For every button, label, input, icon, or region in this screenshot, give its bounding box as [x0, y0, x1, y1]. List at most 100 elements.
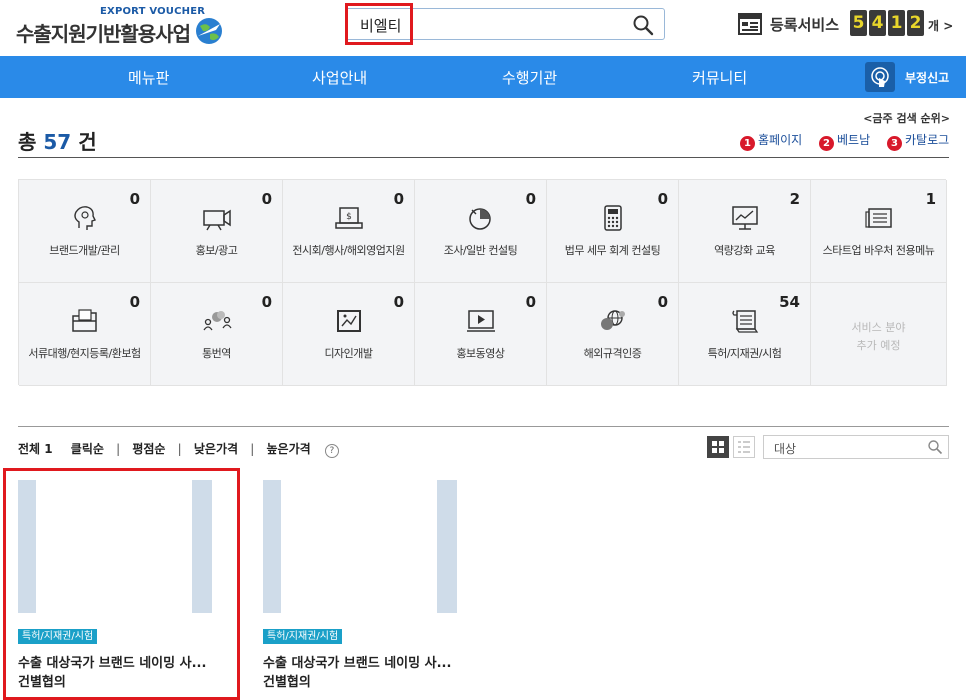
category-label: 전시회/행사/해외영업지원 — [292, 244, 405, 257]
category-label: 홍보/광고 — [195, 244, 238, 257]
category-count: 0 — [525, 190, 536, 208]
service-list-icon — [738, 13, 762, 35]
category-promo[interactable]: 0 홍보/광고 — [151, 180, 283, 283]
sort-separator: | — [250, 442, 255, 456]
filter-search-input[interactable]: 대상 — [763, 435, 949, 459]
search-highlight-box — [345, 3, 413, 45]
category-research[interactable]: 0 조사/일반 컨설팅 — [415, 180, 547, 283]
ranking-item[interactable]: 2 베트남 — [819, 131, 870, 151]
sort-all[interactable]: 전체 1 — [18, 440, 53, 457]
count-digit: 4 — [869, 10, 886, 36]
logo-subtitle: EXPORT VOUCHER — [100, 6, 206, 17]
card-thumbnail[interactable] — [263, 480, 457, 613]
top-header: EXPORT VOUCHER 수출지원기반활용사업 비엘티 등록서비스 5 4 — [0, 0, 966, 56]
nav-item-menu[interactable]: 메뉴판 — [128, 67, 169, 88]
category-count: 0 — [393, 190, 404, 208]
result-total: 총 57 건 — [18, 126, 97, 155]
card-title[interactable]: 수출 대상국가 브랜드 네이밍 사... — [263, 652, 463, 671]
category-label: 서류대행/현지등록/환보험 — [28, 347, 141, 360]
category-count: 0 — [657, 293, 668, 311]
booth-icon: $ — [334, 207, 363, 229]
category-count: 0 — [393, 293, 404, 311]
document-icon — [864, 208, 892, 228]
patent-scroll-icon — [731, 310, 758, 333]
coming-soon-text: 서비스 분야 추가 예정 — [851, 321, 906, 352]
monitor-chart-icon — [731, 206, 758, 230]
category-brand[interactable]: 0 브랜드개발/관리 — [19, 180, 151, 283]
card-price: 건별협의 — [263, 675, 311, 690]
nav-item-community[interactable]: 커뮤니티 — [692, 67, 747, 88]
people-chat-icon — [202, 311, 232, 331]
sort-separator: | — [116, 442, 121, 456]
service-card[interactable]: 특허/지재권/시험 수출 대상국가 브랜드 네이밍 사... 건별협의 — [263, 480, 457, 690]
play-video-icon — [466, 310, 495, 332]
category-legal[interactable]: 0 법무 세무 회계 컨설팅 — [547, 180, 679, 283]
category-exhibition[interactable]: 0 $ 전시회/행사/해외영업지원 — [283, 180, 415, 283]
category-count: 0 — [525, 293, 536, 311]
card-highlight-box — [3, 468, 240, 700]
video-camera-icon — [202, 209, 231, 231]
rank-badge: 3 — [887, 136, 902, 151]
registered-unit: 개 > — [928, 19, 954, 33]
category-startup[interactable]: 1 스타트업 바우처 전용메뉴 — [811, 180, 947, 283]
sort-click[interactable]: 클릭순 — [71, 440, 104, 457]
report-label[interactable]: 부정신고 — [905, 69, 949, 86]
grid-view-icon — [712, 441, 724, 453]
hand-touch-icon — [871, 67, 889, 87]
category-label: 역량강화 교육 — [714, 244, 775, 257]
category-label: 스타트업 바우처 전용메뉴 — [822, 244, 935, 257]
category-label: 해외규격인증 — [583, 347, 642, 360]
nav-item-business[interactable]: 사업안내 — [312, 67, 367, 88]
globe-cert-icon — [600, 310, 625, 330]
divider — [18, 157, 949, 158]
pie-chart-icon — [468, 208, 491, 230]
category-count: 2 — [789, 190, 800, 208]
grid-view-button[interactable] — [707, 436, 729, 458]
thumbnail-page — [281, 480, 437, 613]
main-nav: 메뉴판 사업안내 수행기관 커뮤니티 부정신고 — [0, 56, 966, 98]
category-certification[interactable]: 0 해외규격인증 — [547, 283, 679, 386]
category-count: 0 — [657, 190, 668, 208]
report-button[interactable] — [865, 62, 895, 92]
logo-title: 수출지원기반활용사업 — [16, 22, 191, 46]
filter-search-value: 대상 — [774, 442, 797, 456]
category-count: 0 — [129, 190, 140, 208]
category-label: 특허/지재권/시험 — [707, 347, 782, 360]
divider — [18, 426, 949, 427]
total-count: 57 — [43, 130, 72, 154]
folder-icon — [71, 309, 97, 332]
ranking-item[interactable]: 3 카탈로그 — [887, 131, 949, 151]
search-icon[interactable] — [927, 439, 943, 455]
category-translation[interactable]: 0 통번역 — [151, 283, 283, 386]
calculator-icon — [603, 205, 622, 231]
rank-badge: 1 — [740, 136, 755, 151]
count-digit: 5 — [850, 10, 867, 36]
ranking-item[interactable]: 1 홈페이지 — [740, 131, 802, 151]
category-design[interactable]: 0 디자인개발 — [283, 283, 415, 386]
list-view-button[interactable] — [733, 436, 755, 458]
weekly-ranking-title: <금주 검색 순위> — [863, 112, 950, 125]
sort-low-price[interactable]: 낮은가격 — [194, 440, 238, 457]
category-label: 홍보동영상 — [456, 347, 505, 360]
card-category-tag: 특허/지재권/시험 — [263, 629, 343, 644]
category-label: 디자인개발 — [324, 347, 373, 360]
design-frame-icon — [336, 310, 361, 332]
category-video[interactable]: 0 홍보동영상 — [415, 283, 547, 386]
category-count: 0 — [261, 293, 272, 311]
sort-high-price[interactable]: 높은가격 — [266, 440, 310, 457]
sort-rating[interactable]: 평점순 — [132, 440, 165, 457]
category-training[interactable]: 2 역량강화 교육 — [679, 180, 811, 283]
registered-count: 5 4 1 2 — [850, 10, 924, 36]
count-digit: 2 — [907, 10, 924, 36]
rank-badge: 2 — [819, 136, 834, 151]
list-view-icon — [738, 441, 750, 453]
category-paperwork[interactable]: 0 서류대행/현지등록/환보험 — [19, 283, 151, 386]
category-grid: 0 브랜드개발/관리 0 홍보/광고 0 $ 전시회/행사/해외영업지원 0 조… — [18, 179, 947, 386]
category-patent[interactable]: 54 특허/지재권/시험 — [679, 283, 811, 386]
search-icon[interactable] — [632, 14, 654, 36]
globe-plane-icon — [196, 18, 222, 44]
lightbulb-head-icon — [73, 206, 96, 230]
help-icon[interactable]: ? — [324, 444, 339, 458]
ranking-term: 카탈로그 — [905, 133, 950, 147]
nav-item-agencies[interactable]: 수행기관 — [502, 67, 557, 88]
